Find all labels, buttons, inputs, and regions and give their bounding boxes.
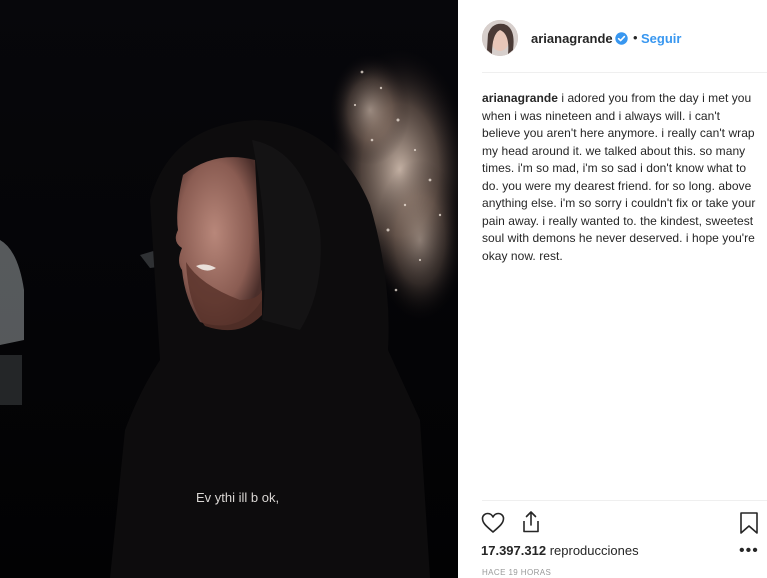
views-count: 17.397.312 reproducciones [481, 543, 639, 558]
separator-dot: • [633, 30, 638, 45]
post-header: arianagrande • Seguir [458, 0, 767, 72]
caption-text: i adored you from the day i met you when… [482, 91, 756, 263]
header-divider [482, 72, 767, 73]
username[interactable]: arianagrande [531, 31, 613, 46]
views-number: 17.397.312 [481, 543, 547, 558]
post-video[interactable]: Ev ythi ill b ok, [0, 0, 458, 578]
verified-badge-icon [615, 32, 628, 45]
post-sidebar: arianagrande • Seguir arianagrande i ado… [458, 0, 767, 578]
action-bar [458, 506, 767, 542]
actions-divider [482, 500, 767, 501]
share-icon[interactable] [520, 510, 542, 534]
more-icon[interactable]: ••• [739, 543, 759, 559]
avatar[interactable] [482, 20, 518, 56]
caption-username[interactable]: arianagrande [482, 91, 558, 105]
post-caption: arianagrande i adored you from the day i… [482, 90, 760, 265]
timestamp[interactable]: HACE 19 HORAS [482, 568, 551, 577]
heart-icon[interactable] [481, 512, 505, 534]
views-label: reproducciones [549, 543, 639, 558]
avatar-image [482, 20, 518, 56]
video-frame: Ev ythi ill b ok, [0, 0, 458, 578]
bookmark-icon[interactable] [739, 511, 759, 535]
shirt-text: Ev ythi ill b ok, [196, 490, 279, 505]
follow-button[interactable]: Seguir [641, 31, 681, 46]
